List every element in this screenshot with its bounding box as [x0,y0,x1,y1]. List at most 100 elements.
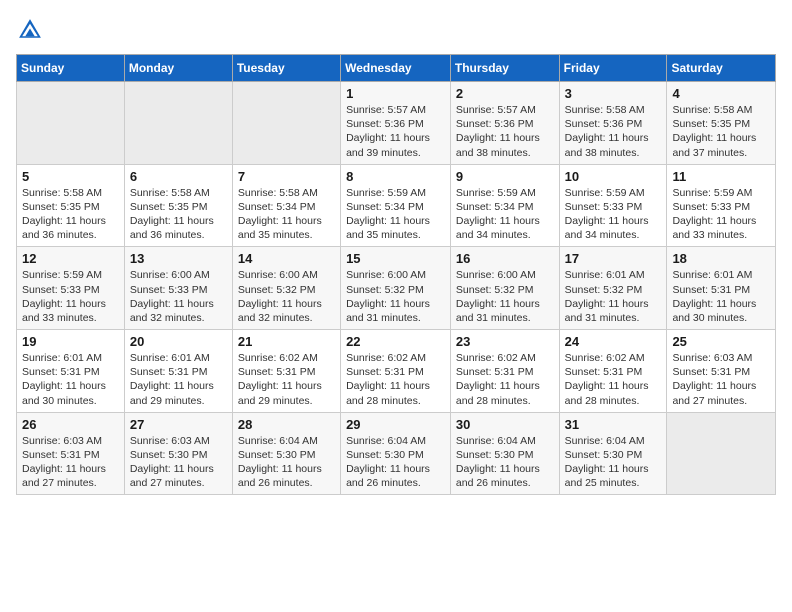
day-info: Sunrise: 6:03 AMSunset: 5:31 PMDaylight:… [672,351,770,408]
day-info: Sunrise: 6:04 AMSunset: 5:30 PMDaylight:… [565,434,662,491]
weekday-header-saturday: Saturday [667,55,776,82]
calendar-day-cell: 18 Sunrise: 6:01 AMSunset: 5:31 PMDayligh… [667,247,776,330]
calendar-day-cell: 27 Sunrise: 6:03 AMSunset: 5:30 PMDayligh… [124,412,232,495]
day-number: 30 [456,417,554,432]
weekday-header-sunday: Sunday [17,55,125,82]
calendar-day-cell: 29 Sunrise: 6:04 AMSunset: 5:30 PMDayligh… [341,412,451,495]
day-number: 19 [22,334,119,349]
calendar-day-cell: 12 Sunrise: 5:59 AMSunset: 5:33 PMDayligh… [17,247,125,330]
calendar-day-cell: 15 Sunrise: 6:00 AMSunset: 5:32 PMDayligh… [341,247,451,330]
weekday-header-thursday: Thursday [450,55,559,82]
calendar-day-cell: 20Sunrise: 6:01 AMSunset: 5:31 PMDayligh… [124,330,232,413]
day-number: 7 [238,169,335,184]
calendar-day-cell: 17 Sunrise: 6:01 AMSunset: 5:32 PMDayligh… [559,247,667,330]
day-number: 31 [565,417,662,432]
day-number: 18 [672,251,770,266]
day-info: Sunrise: 6:01 AMSunset: 5:31 PMDaylight:… [672,268,770,325]
calendar-day-cell: 30 Sunrise: 6:04 AMSunset: 5:30 PMDayligh… [450,412,559,495]
day-number: 21 [238,334,335,349]
calendar-day-cell [232,82,340,165]
calendar-day-cell: 26 Sunrise: 6:03 AMSunset: 5:31 PMDayligh… [17,412,125,495]
logo [16,16,50,44]
calendar-day-cell: 16 Sunrise: 6:00 AMSunset: 5:32 PMDayligh… [450,247,559,330]
day-number: 4 [672,86,770,101]
day-number: 12 [22,251,119,266]
day-number: 29 [346,417,445,432]
day-info: Sunrise: 6:00 AMSunset: 5:32 PMDaylight:… [456,268,554,325]
day-info: Sunrise: 6:01 AMSunset: 5:31 PMDaylight:… [22,351,119,408]
calendar-day-cell: 1 Sunrise: 5:57 AMSunset: 5:36 PMDaylight… [341,82,451,165]
day-number: 22 [346,334,445,349]
calendar-week-row: 26 Sunrise: 6:03 AMSunset: 5:31 PMDayligh… [17,412,776,495]
calendar-day-cell: 9 Sunrise: 5:59 AMSunset: 5:34 PMDaylight… [450,164,559,247]
calendar-day-cell [17,82,125,165]
day-info: Sunrise: 6:04 AMSunset: 5:30 PMDaylight:… [238,434,335,491]
calendar-day-cell: 31 Sunrise: 6:04 AMSunset: 5:30 PMDayligh… [559,412,667,495]
day-info: Sunrise: 6:02 AMSunset: 5:31 PMDaylight:… [346,351,445,408]
calendar-week-row: 1 Sunrise: 5:57 AMSunset: 5:36 PMDaylight… [17,82,776,165]
calendar-day-cell: 4 Sunrise: 5:58 AMSunset: 5:35 PMDaylight… [667,82,776,165]
day-number: 23 [456,334,554,349]
day-info: Sunrise: 6:02 AMSunset: 5:31 PMDaylight:… [456,351,554,408]
calendar-week-row: 19 Sunrise: 6:01 AMSunset: 5:31 PMDayligh… [17,330,776,413]
day-number: 5 [22,169,119,184]
calendar-day-cell: 14Sunrise: 6:00 AMSunset: 5:32 PMDayligh… [232,247,340,330]
day-info: Sunrise: 5:59 AMSunset: 5:33 PMDaylight:… [565,186,662,243]
weekday-header-row: SundayMondayTuesdayWednesdayThursdayFrid… [17,55,776,82]
day-info: Sunrise: 6:03 AMSunset: 5:30 PMDaylight:… [130,434,227,491]
calendar-day-cell [667,412,776,495]
day-info: Sunrise: 6:03 AMSunset: 5:31 PMDaylight:… [22,434,119,491]
day-info: Sunrise: 5:57 AMSunset: 5:36 PMDaylight:… [456,103,554,160]
calendar-day-cell: 11 Sunrise: 5:59 AMSunset: 5:33 PMDayligh… [667,164,776,247]
calendar-day-cell: 19 Sunrise: 6:01 AMSunset: 5:31 PMDayligh… [17,330,125,413]
calendar-day-cell: 7 Sunrise: 5:58 AMSunset: 5:34 PMDaylight… [232,164,340,247]
day-info: Sunrise: 5:58 AMSunset: 5:35 PMDaylight:… [672,103,770,160]
day-info: Sunrise: 6:02 AMSunset: 5:31 PMDaylight:… [565,351,662,408]
day-number: 26 [22,417,119,432]
weekday-header-tuesday: Tuesday [232,55,340,82]
day-info: Sunrise: 5:59 AMSunset: 5:33 PMDaylight:… [22,268,119,325]
day-number: 3 [565,86,662,101]
day-number: 6 [130,169,227,184]
day-number: 27 [130,417,227,432]
day-info: Sunrise: 5:59 AMSunset: 5:33 PMDaylight:… [672,186,770,243]
page-header [16,16,776,44]
weekday-header-friday: Friday [559,55,667,82]
day-info: Sunrise: 5:59 AMSunset: 5:34 PMDaylight:… [456,186,554,243]
day-info: Sunrise: 5:58 AMSunset: 5:35 PMDaylight:… [22,186,119,243]
day-info: Sunrise: 6:01 AMSunset: 5:32 PMDaylight:… [565,268,662,325]
day-info: Sunrise: 5:59 AMSunset: 5:34 PMDaylight:… [346,186,445,243]
calendar-day-cell: 5 Sunrise: 5:58 AMSunset: 5:35 PMDaylight… [17,164,125,247]
day-number: 25 [672,334,770,349]
day-info: Sunrise: 5:58 AMSunset: 5:34 PMDaylight:… [238,186,335,243]
day-number: 8 [346,169,445,184]
day-info: Sunrise: 5:57 AMSunset: 5:36 PMDaylight:… [346,103,445,160]
day-number: 14 [238,251,335,266]
day-number: 9 [456,169,554,184]
day-info: Sunrise: 5:58 AMSunset: 5:36 PMDaylight:… [565,103,662,160]
day-number: 1 [346,86,445,101]
calendar-day-cell: 24 Sunrise: 6:02 AMSunset: 5:31 PMDayligh… [559,330,667,413]
day-number: 20 [130,334,227,349]
calendar-day-cell: 23 Sunrise: 6:02 AMSunset: 5:31 PMDayligh… [450,330,559,413]
day-number: 15 [346,251,445,266]
day-number: 16 [456,251,554,266]
calendar-day-cell: 2Sunrise: 5:57 AMSunset: 5:36 PMDaylight… [450,82,559,165]
day-number: 17 [565,251,662,266]
calendar-day-cell: 8 Sunrise: 5:59 AMSunset: 5:34 PMDaylight… [341,164,451,247]
day-number: 28 [238,417,335,432]
weekday-header-wednesday: Wednesday [341,55,451,82]
day-number: 13 [130,251,227,266]
calendar-day-cell: 28 Sunrise: 6:04 AMSunset: 5:30 PMDayligh… [232,412,340,495]
day-info: Sunrise: 6:00 AMSunset: 5:32 PMDaylight:… [346,268,445,325]
calendar-day-cell: 13 Sunrise: 6:00 AMSunset: 5:33 PMDayligh… [124,247,232,330]
day-info: Sunrise: 6:04 AMSunset: 5:30 PMDaylight:… [346,434,445,491]
day-info: Sunrise: 6:00 AMSunset: 5:33 PMDaylight:… [130,268,227,325]
day-number: 24 [565,334,662,349]
weekday-header-monday: Monday [124,55,232,82]
day-number: 10 [565,169,662,184]
day-info: Sunrise: 6:04 AMSunset: 5:30 PMDaylight:… [456,434,554,491]
calendar-day-cell [124,82,232,165]
day-number: 11 [672,169,770,184]
calendar-table: SundayMondayTuesdayWednesdayThursdayFrid… [16,54,776,495]
